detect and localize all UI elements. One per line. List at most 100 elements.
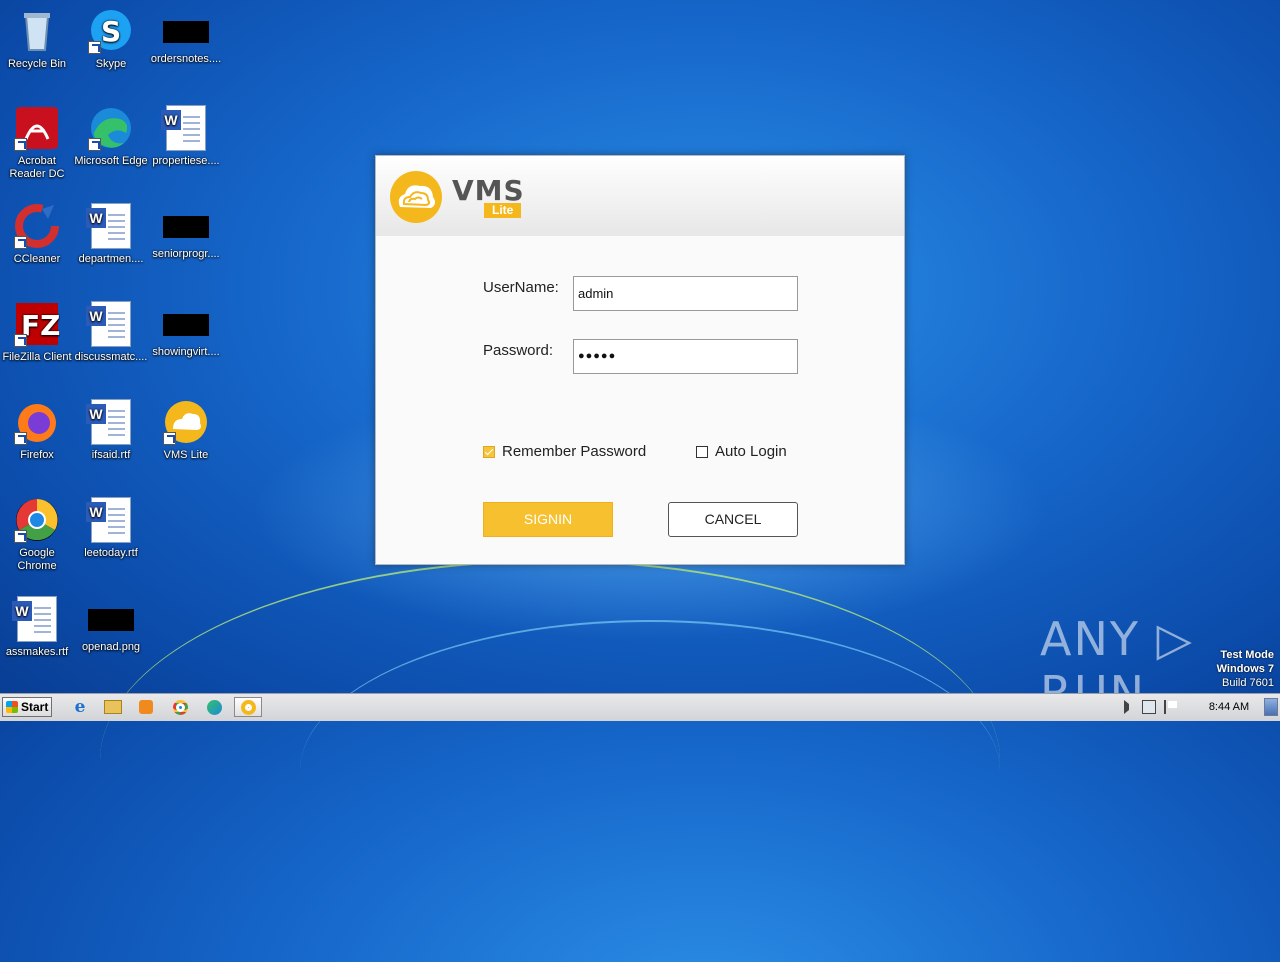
desktop-icon-chrome[interactable]: Google Chrome — [0, 497, 74, 573]
show-desktop-button[interactable] — [1264, 698, 1278, 716]
brand-subtitle: Lite — [484, 203, 522, 218]
auto-login-checkbox[interactable] — [696, 445, 708, 458]
shortcut-arrow-icon — [88, 138, 101, 151]
taskbar-vms-lite[interactable] — [234, 697, 262, 717]
desktop-icon-label: seniorprogr.... — [152, 248, 220, 260]
remember-password-option[interactable]: Remember Password — [483, 443, 646, 460]
redacted-thumbnail — [163, 21, 209, 43]
shortcut-arrow-icon — [14, 432, 27, 445]
desktop-icon-firefox[interactable]: Firefox — [0, 399, 74, 462]
internet-explorer-icon: e — [74, 697, 86, 717]
word-document-icon: W — [86, 203, 131, 249]
taskbar-media-player[interactable] — [132, 697, 160, 717]
desktop-icon-label: Google Chrome — [17, 547, 57, 572]
desktop-icon-label: VMS Lite — [163, 449, 209, 461]
remember-password-checkbox[interactable] — [483, 445, 495, 458]
test-mode-watermark: Test Mode Windows 7 Build 7601 — [1217, 648, 1274, 690]
desktop-icon-ordersnotes[interactable]: ordersnotes.... — [149, 8, 223, 66]
redacted-thumbnail — [163, 216, 209, 238]
signin-button[interactable]: SIGNIN — [483, 502, 613, 537]
remember-password-label: Remember Password — [502, 443, 647, 460]
desktop-icon-label: assmakes.rtf — [5, 646, 69, 658]
word-document-icon: W — [12, 596, 57, 642]
desktop-icon-filezilla[interactable]: FZ FileZilla Client — [0, 301, 74, 364]
vms-lite-icon — [240, 699, 256, 715]
desktop-icon-edge[interactable]: Microsoft Edge — [74, 105, 148, 168]
vms-login-dialog: VMS Lite UserName: admin Password: ●●●●●… — [375, 155, 905, 565]
auto-login-option[interactable]: Auto Login — [696, 443, 787, 460]
action-center-flag-icon[interactable] — [1164, 700, 1178, 714]
desktop-icon-recycle-bin[interactable]: Recycle Bin — [0, 8, 74, 71]
desktop-icon-openad[interactable]: openad.png — [74, 596, 148, 654]
firefox-icon — [14, 399, 60, 445]
word-document-icon: W — [161, 105, 206, 151]
shortcut-arrow-icon — [14, 334, 27, 347]
desktop-icon-label: Skype — [95, 58, 127, 70]
desktop-icon-departmen[interactable]: W departmen.... — [74, 203, 148, 266]
windows-version-line: Windows 7 — [1216, 663, 1274, 675]
system-tray — [1124, 696, 1178, 718]
username-label: UserName: — [483, 279, 559, 296]
filezilla-icon: FZ — [14, 301, 60, 347]
chrome-icon — [172, 699, 188, 715]
taskbar-chrome[interactable] — [166, 697, 194, 717]
username-input[interactable]: admin — [573, 276, 798, 311]
desktop-icon-label: ordersnotes.... — [150, 53, 222, 65]
chrome-icon — [14, 497, 60, 543]
acrobat-icon — [14, 105, 60, 151]
start-button[interactable]: Start — [2, 697, 52, 717]
taskbar-internet-explorer[interactable]: e — [66, 697, 94, 717]
windows-flag-icon — [6, 701, 18, 713]
desktop-icon-acrobat[interactable]: Acrobat Reader DC — [0, 105, 74, 181]
recycle-bin-icon — [14, 8, 60, 54]
media-player-icon — [139, 700, 153, 714]
start-label: Start — [21, 700, 49, 714]
cancel-button[interactable]: CANCEL — [668, 502, 798, 537]
desktop-icon-showingvirt[interactable]: showingvirt.... — [149, 301, 223, 359]
shortcut-arrow-icon — [14, 530, 27, 543]
desktop-icon-label: ifsaid.rtf — [91, 449, 131, 461]
desktop-icon-label: showingvirt.... — [152, 346, 220, 358]
ccleaner-icon — [14, 203, 60, 249]
desktop-icon-label: departmen.... — [78, 253, 144, 265]
desktop-icon-discussmatc[interactable]: W discussmatc.... — [74, 301, 148, 364]
desktop-icon-label: openad.png — [81, 641, 141, 653]
password-label: Password: — [483, 342, 554, 359]
password-input[interactable]: ●●●●● — [573, 339, 798, 374]
shortcut-arrow-icon — [163, 432, 176, 445]
desktop-icon-ifsaid[interactable]: W ifsaid.rtf — [74, 399, 148, 462]
svg-text:S: S — [101, 15, 121, 48]
taskbar-edge[interactable] — [200, 697, 228, 717]
desktop-icon-seniorprogr[interactable]: seniorprogr.... — [149, 203, 223, 261]
word-document-icon: W — [86, 399, 131, 445]
skype-icon: S — [88, 8, 134, 54]
desktop-icon-ccleaner[interactable]: CCleaner — [0, 203, 74, 266]
dialog-header: VMS Lite — [376, 156, 904, 236]
redacted-thumbnail — [88, 609, 134, 631]
vms-lite-icon — [163, 399, 209, 445]
network-icon[interactable] — [1142, 700, 1156, 714]
taskbar-file-explorer[interactable] — [99, 697, 127, 717]
desktop-icon-label: Recycle Bin — [7, 58, 67, 70]
desktop-icon-label: leetoday.rtf — [84, 547, 138, 559]
desktop-icon-label: discussmatc.... — [74, 351, 148, 363]
build-line: Build 7601 — [1222, 677, 1274, 689]
taskbar-clock[interactable]: 8:44 AM — [1200, 694, 1258, 721]
file-explorer-icon — [104, 700, 122, 714]
test-mode-line: Test Mode — [1220, 649, 1274, 661]
desktop-icon-label: propertiese.... — [152, 155, 220, 167]
desktop-icon-vms-lite[interactable]: VMS Lite — [149, 399, 223, 462]
auto-login-label: Auto Login — [715, 443, 787, 460]
shortcut-arrow-icon — [14, 236, 27, 249]
shortcut-arrow-icon — [14, 138, 27, 151]
desktop-icon-propertiese[interactable]: W propertiese.... — [149, 105, 223, 168]
desktop-icon-label: Acrobat Reader DC — [9, 155, 65, 180]
desktop-icon-label: FileZilla Client — [2, 351, 72, 363]
desktop-icon-assmakes[interactable]: W assmakes.rtf — [0, 596, 74, 659]
desktop-icon-skype[interactable]: S Skype — [74, 8, 148, 71]
word-document-icon: W — [86, 497, 131, 543]
desktop-icon-label: Microsoft Edge — [74, 155, 148, 167]
vms-logo-icon — [390, 171, 442, 223]
desktop-icon-leetoday[interactable]: W leetoday.rtf — [74, 497, 148, 560]
volume-icon[interactable] — [1124, 700, 1134, 714]
